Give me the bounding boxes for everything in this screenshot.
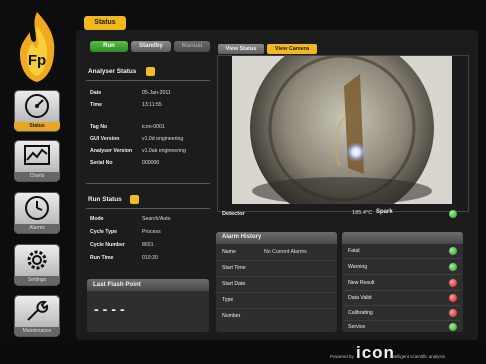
label-tag-no: Tag No — [90, 124, 108, 130]
label-mode: Mode — [90, 216, 104, 222]
detector-temperature: 185.4°C — [352, 210, 373, 216]
label-analyser-version: Analyser Version — [90, 148, 133, 154]
divider — [86, 183, 210, 184]
sidebar: Fp Status Charts Alarms Settings Mainten… — [0, 0, 72, 364]
label-type: Type — [222, 297, 234, 303]
chart-icon — [24, 145, 50, 165]
value-time: 13:11:55 — [142, 102, 162, 108]
detector-label: Detector — [222, 211, 245, 217]
tab-view-status[interactable]: View Status — [218, 44, 264, 54]
value-name: No Current Alarms — [264, 249, 307, 255]
label-gui-version: GUI Version — [90, 136, 120, 142]
manual-button[interactable]: Manual — [174, 41, 210, 52]
label-date: Date — [90, 90, 102, 96]
status-dot-new-result — [449, 279, 457, 287]
run-status-title: Run Status — [88, 196, 122, 203]
info-icon[interactable] — [130, 195, 139, 204]
panel-header — [342, 232, 463, 244]
label-cycle-number: Cycle Number — [90, 242, 125, 248]
gear-icon — [27, 250, 47, 270]
gauge-icon — [25, 94, 49, 118]
value-tag-no: icon-0001 — [142, 124, 165, 130]
label-number: Number — [222, 313, 241, 319]
nav-alarms-label: Alarms — [14, 224, 60, 233]
logo-text: Fp — [27, 52, 47, 69]
divider — [86, 80, 210, 81]
value-mode: Search/Auto — [142, 216, 171, 222]
status-dot-warning — [449, 263, 457, 271]
label-serial-no: Serial No — [90, 160, 113, 166]
powered-by-text: Powered by — [330, 354, 354, 359]
nav-settings[interactable]: Settings — [14, 244, 60, 286]
nav-charts[interactable]: Charts — [14, 140, 60, 182]
row-divider — [344, 320, 461, 321]
value-run-time: 019:20 — [142, 255, 158, 261]
nav-maintenance-label: Maintenance — [14, 327, 60, 336]
row-divider — [344, 305, 461, 306]
nav-maintenance[interactable]: Maintenance — [14, 295, 60, 337]
status-label-new-result: New Result — [348, 280, 375, 286]
label-time: Time — [90, 102, 103, 108]
run-button[interactable]: Run — [90, 41, 128, 52]
flame-logo — [20, 12, 55, 82]
row-divider — [344, 290, 461, 291]
value-gui-version: v1.0d engineering — [142, 136, 184, 142]
footer-tagline: intelligent scientific analysis — [390, 354, 446, 359]
nav-alarms[interactable]: Alarms — [14, 192, 60, 234]
standby-button[interactable]: Standby — [131, 41, 171, 52]
nav-settings-label: Settings — [14, 276, 60, 285]
status-label-fatal: Fatal — [348, 248, 360, 254]
status-label-calibrating: Calibrating — [348, 310, 373, 316]
status-dot-service — [449, 323, 457, 331]
status-label-data-valid: Data Valid — [348, 295, 372, 301]
status-dot-calibrating — [449, 309, 457, 317]
nav-status-label: Status — [14, 122, 60, 131]
wrench-icon — [27, 300, 49, 321]
last-flash-value: ---- — [94, 301, 129, 317]
status-dot-data-valid — [449, 294, 457, 302]
row-divider — [218, 260, 335, 261]
row-divider — [218, 276, 335, 277]
info-icon[interactable] — [146, 67, 155, 76]
label-cycle-type: Cycle Type — [90, 229, 118, 235]
label-run-time: Run Time — [90, 255, 114, 261]
camera-feed — [232, 56, 452, 204]
divider — [86, 208, 210, 209]
nav-status[interactable]: Status — [14, 90, 60, 132]
label-start-date: Start Date — [222, 281, 246, 287]
value-cycle-type: Process — [142, 229, 161, 235]
icon-brand-logo: icon — [356, 343, 395, 362]
spark-status-dot — [449, 210, 457, 218]
label-start-time: Start Time — [222, 265, 246, 271]
value-cycle-number: 8651 — [142, 242, 154, 248]
value-date: 05-Jan-2011 — [142, 90, 171, 96]
row-divider — [344, 274, 461, 275]
tab-view-camera[interactable]: View Camera — [267, 44, 317, 54]
value-analyser-version: v1.0ak engineering — [142, 148, 186, 154]
last-flash-title: Last Flash Point — [93, 281, 141, 288]
label-name: Name — [222, 249, 236, 255]
clock-icon — [25, 196, 49, 220]
nav-charts-label: Charts — [14, 172, 60, 181]
value-serial-no: 000000 — [142, 160, 160, 166]
analyser-status-title: Analyser Status — [88, 68, 137, 75]
status-label-warning: Warning — [348, 264, 368, 270]
status-dot-fatal — [449, 247, 457, 255]
row-divider — [344, 258, 461, 259]
row-divider — [218, 292, 335, 293]
row-divider — [218, 308, 335, 309]
tab-status[interactable]: Status — [84, 16, 126, 30]
status-label-service: Service — [348, 324, 366, 330]
spark-label: Spark — [376, 209, 393, 215]
alarm-history-title: Alarm History — [222, 234, 262, 240]
